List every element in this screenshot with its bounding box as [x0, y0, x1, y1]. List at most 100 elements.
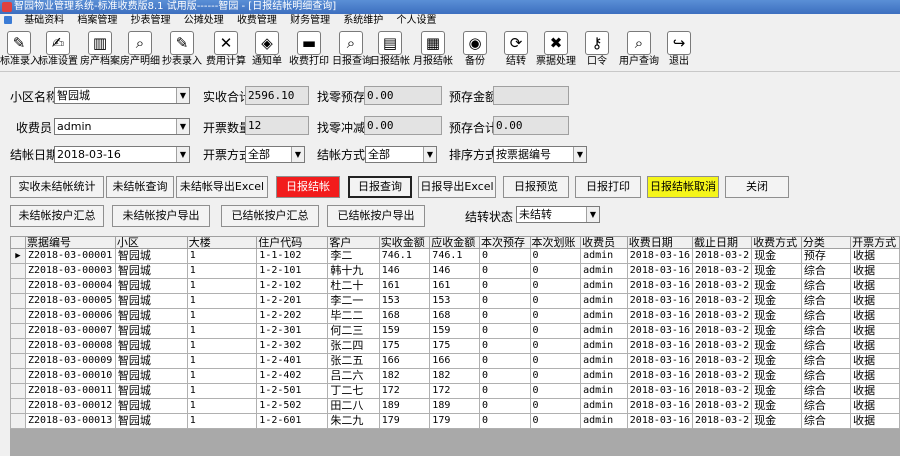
table-cell[interactable]: 综合: [800, 263, 852, 279]
daily-close-button[interactable]: 日报结帐: [276, 176, 340, 198]
table-cell[interactable]: 1: [186, 278, 258, 294]
table-cell[interactable]: admin: [580, 278, 628, 294]
table-cell[interactable]: 现金: [751, 278, 802, 294]
table-cell[interactable]: 收据: [850, 338, 900, 354]
table-cell[interactable]: 0: [478, 308, 531, 324]
table-row[interactable]: Z2018-03-00006 智园城 1 1-2-202 毕二二 168 168 0 0 admi…: [10, 308, 900, 324]
menu-charge[interactable]: 收费管理: [232, 14, 282, 28]
daily-preview-button[interactable]: 日报预览: [503, 176, 569, 198]
table-cell[interactable]: 159: [378, 323, 431, 339]
table-cell[interactable]: 收据: [850, 263, 900, 279]
table-cell[interactable]: 现金: [751, 368, 802, 384]
table-cell[interactable]: 0: [478, 278, 531, 294]
menu-personal[interactable]: 个人设置: [392, 14, 442, 28]
mdi-menu-icon[interactable]: [4, 16, 12, 24]
table-cell[interactable]: 智园城: [114, 368, 188, 384]
table-cell[interactable]: 张二五: [327, 353, 380, 369]
table-cell[interactable]: 1-2-302: [256, 338, 329, 354]
table-cell[interactable]: 2018-03-2: [691, 368, 753, 384]
table-cell[interactable]: 何二三: [327, 323, 380, 339]
table-cell[interactable]: 收据: [850, 308, 900, 324]
table-cell[interactable]: 2018-03-16: [626, 338, 694, 354]
table-cell[interactable]: 现金: [751, 413, 802, 429]
close-method-select[interactable]: 全部 ▼: [365, 146, 437, 163]
table-cell[interactable]: 1: [186, 323, 258, 339]
table-cell[interactable]: 1-2-201: [256, 293, 329, 309]
table-cell[interactable]: 175: [429, 338, 480, 354]
cashier-select[interactable]: admin ▼: [54, 118, 190, 135]
toolbar-button-12[interactable]: ⟳ 结转: [498, 30, 534, 70]
column-header[interactable]: 大楼: [186, 236, 258, 249]
table-cell[interactable]: 2018-03-16: [626, 383, 694, 399]
table-cell[interactable]: 1: [186, 263, 258, 279]
table-cell[interactable]: admin: [580, 398, 628, 414]
table-cell[interactable]: 1-1-102: [256, 248, 329, 264]
toolbar-button-14[interactable]: ⚷ 口令: [578, 30, 616, 70]
table-cell[interactable]: 收据: [850, 383, 900, 399]
table-cell[interactable]: 预存: [800, 248, 852, 264]
table-cell[interactable]: 朱二九: [327, 413, 380, 429]
table-cell[interactable]: Z2018-03-00010: [24, 368, 116, 384]
table-cell[interactable]: 2018-03-2: [691, 353, 753, 369]
table-cell[interactable]: admin: [580, 413, 628, 429]
table-cell[interactable]: 159: [429, 323, 480, 339]
table-cell[interactable]: 1: [186, 413, 258, 429]
table-cell[interactable]: 智园城: [114, 338, 188, 354]
table-cell[interactable]: 0: [529, 278, 582, 294]
table-cell[interactable]: 2018-03-16: [626, 278, 694, 294]
table-cell[interactable]: 153: [378, 293, 431, 309]
table-cell[interactable]: 1: [186, 353, 258, 369]
table-cell[interactable]: 0: [529, 368, 582, 384]
table-cell[interactable]: admin: [580, 308, 628, 324]
table-cell[interactable]: Z2018-03-00013: [24, 413, 116, 429]
toolbar-button-1[interactable]: ✍ 标准设置: [38, 30, 78, 70]
table-cell[interactable]: 2018-03-2: [691, 338, 753, 354]
unclosed-household-export-button[interactable]: 未结帐按户导出: [112, 205, 210, 227]
table-cell[interactable]: 张二四: [327, 338, 380, 354]
table-cell[interactable]: 综合: [800, 353, 852, 369]
daily-close-cancel-button[interactable]: 日报结帐取消: [647, 176, 719, 198]
toolbar-button-15[interactable]: ⌕ 用户查询: [618, 30, 660, 70]
menu-system[interactable]: 系统维护: [338, 14, 388, 28]
table-cell[interactable]: 0: [529, 263, 582, 279]
table-cell[interactable]: 综合: [800, 398, 852, 414]
table-cell[interactable]: 146: [429, 263, 480, 279]
table-row[interactable]: Z2018-03-00003 智园城 1 1-2-101 韩十九 146 146 0 0 admi…: [10, 263, 900, 279]
toolbar-button-9[interactable]: ▤ 日报结帐: [370, 30, 410, 70]
table-cell[interactable]: 李二: [327, 248, 380, 264]
table-cell[interactable]: admin: [580, 338, 628, 354]
table-cell[interactable]: 182: [429, 368, 480, 384]
unclosed-stats-button[interactable]: 实收未结帐统计: [10, 176, 104, 198]
table-cell[interactable]: 2018-03-16: [626, 413, 694, 429]
table-cell[interactable]: 0: [529, 323, 582, 339]
table-cell[interactable]: 0: [478, 263, 531, 279]
table-cell[interactable]: 1-2-601: [256, 413, 329, 429]
table-cell[interactable]: 2018-03-2: [691, 248, 753, 264]
table-cell[interactable]: 0: [478, 368, 531, 384]
table-cell[interactable]: 0: [529, 308, 582, 324]
table-cell[interactable]: 182: [378, 368, 431, 384]
table-cell[interactable]: 0: [478, 248, 531, 264]
column-header[interactable]: 开票方式: [850, 236, 900, 249]
table-row[interactable]: Z2018-03-00013 智园城 1 1-2-601 朱二九 179 179 0 0 admi…: [10, 413, 900, 429]
table-cell[interactable]: 0: [478, 293, 531, 309]
table-cell[interactable]: 收据: [850, 293, 900, 309]
column-header[interactable]: 实收金额: [378, 236, 431, 249]
column-header[interactable]: 收费日期: [626, 236, 694, 249]
toolbar-button-4[interactable]: ✎ 抄表录入: [162, 30, 202, 70]
table-cell[interactable]: 2018-03-16: [626, 323, 694, 339]
column-header[interactable]: 小区: [114, 236, 188, 249]
chevron-down-icon[interactable]: ▼: [176, 119, 189, 134]
toolbar-button-13[interactable]: ✖ 票据处理: [536, 30, 576, 70]
toolbar-button-3[interactable]: ⌕ 房产明细: [120, 30, 160, 70]
table-cell[interactable]: 166: [429, 353, 480, 369]
chevron-down-icon[interactable]: ▼: [423, 147, 436, 162]
table-cell[interactable]: 2018-03-2: [691, 293, 753, 309]
table-cell[interactable]: 2018-03-2: [691, 398, 753, 414]
menu-finance[interactable]: 财务管理: [285, 14, 335, 28]
table-cell[interactable]: admin: [580, 353, 628, 369]
table-row[interactable]: Z2018-03-00005 智园城 1 1-2-201 李二一 153 153 0 0 admi…: [10, 293, 900, 309]
menu-archive[interactable]: 档案管理: [72, 14, 122, 28]
table-cell[interactable]: 现金: [751, 338, 802, 354]
toolbar-button-0[interactable]: ✎ 标准录入: [0, 30, 40, 70]
